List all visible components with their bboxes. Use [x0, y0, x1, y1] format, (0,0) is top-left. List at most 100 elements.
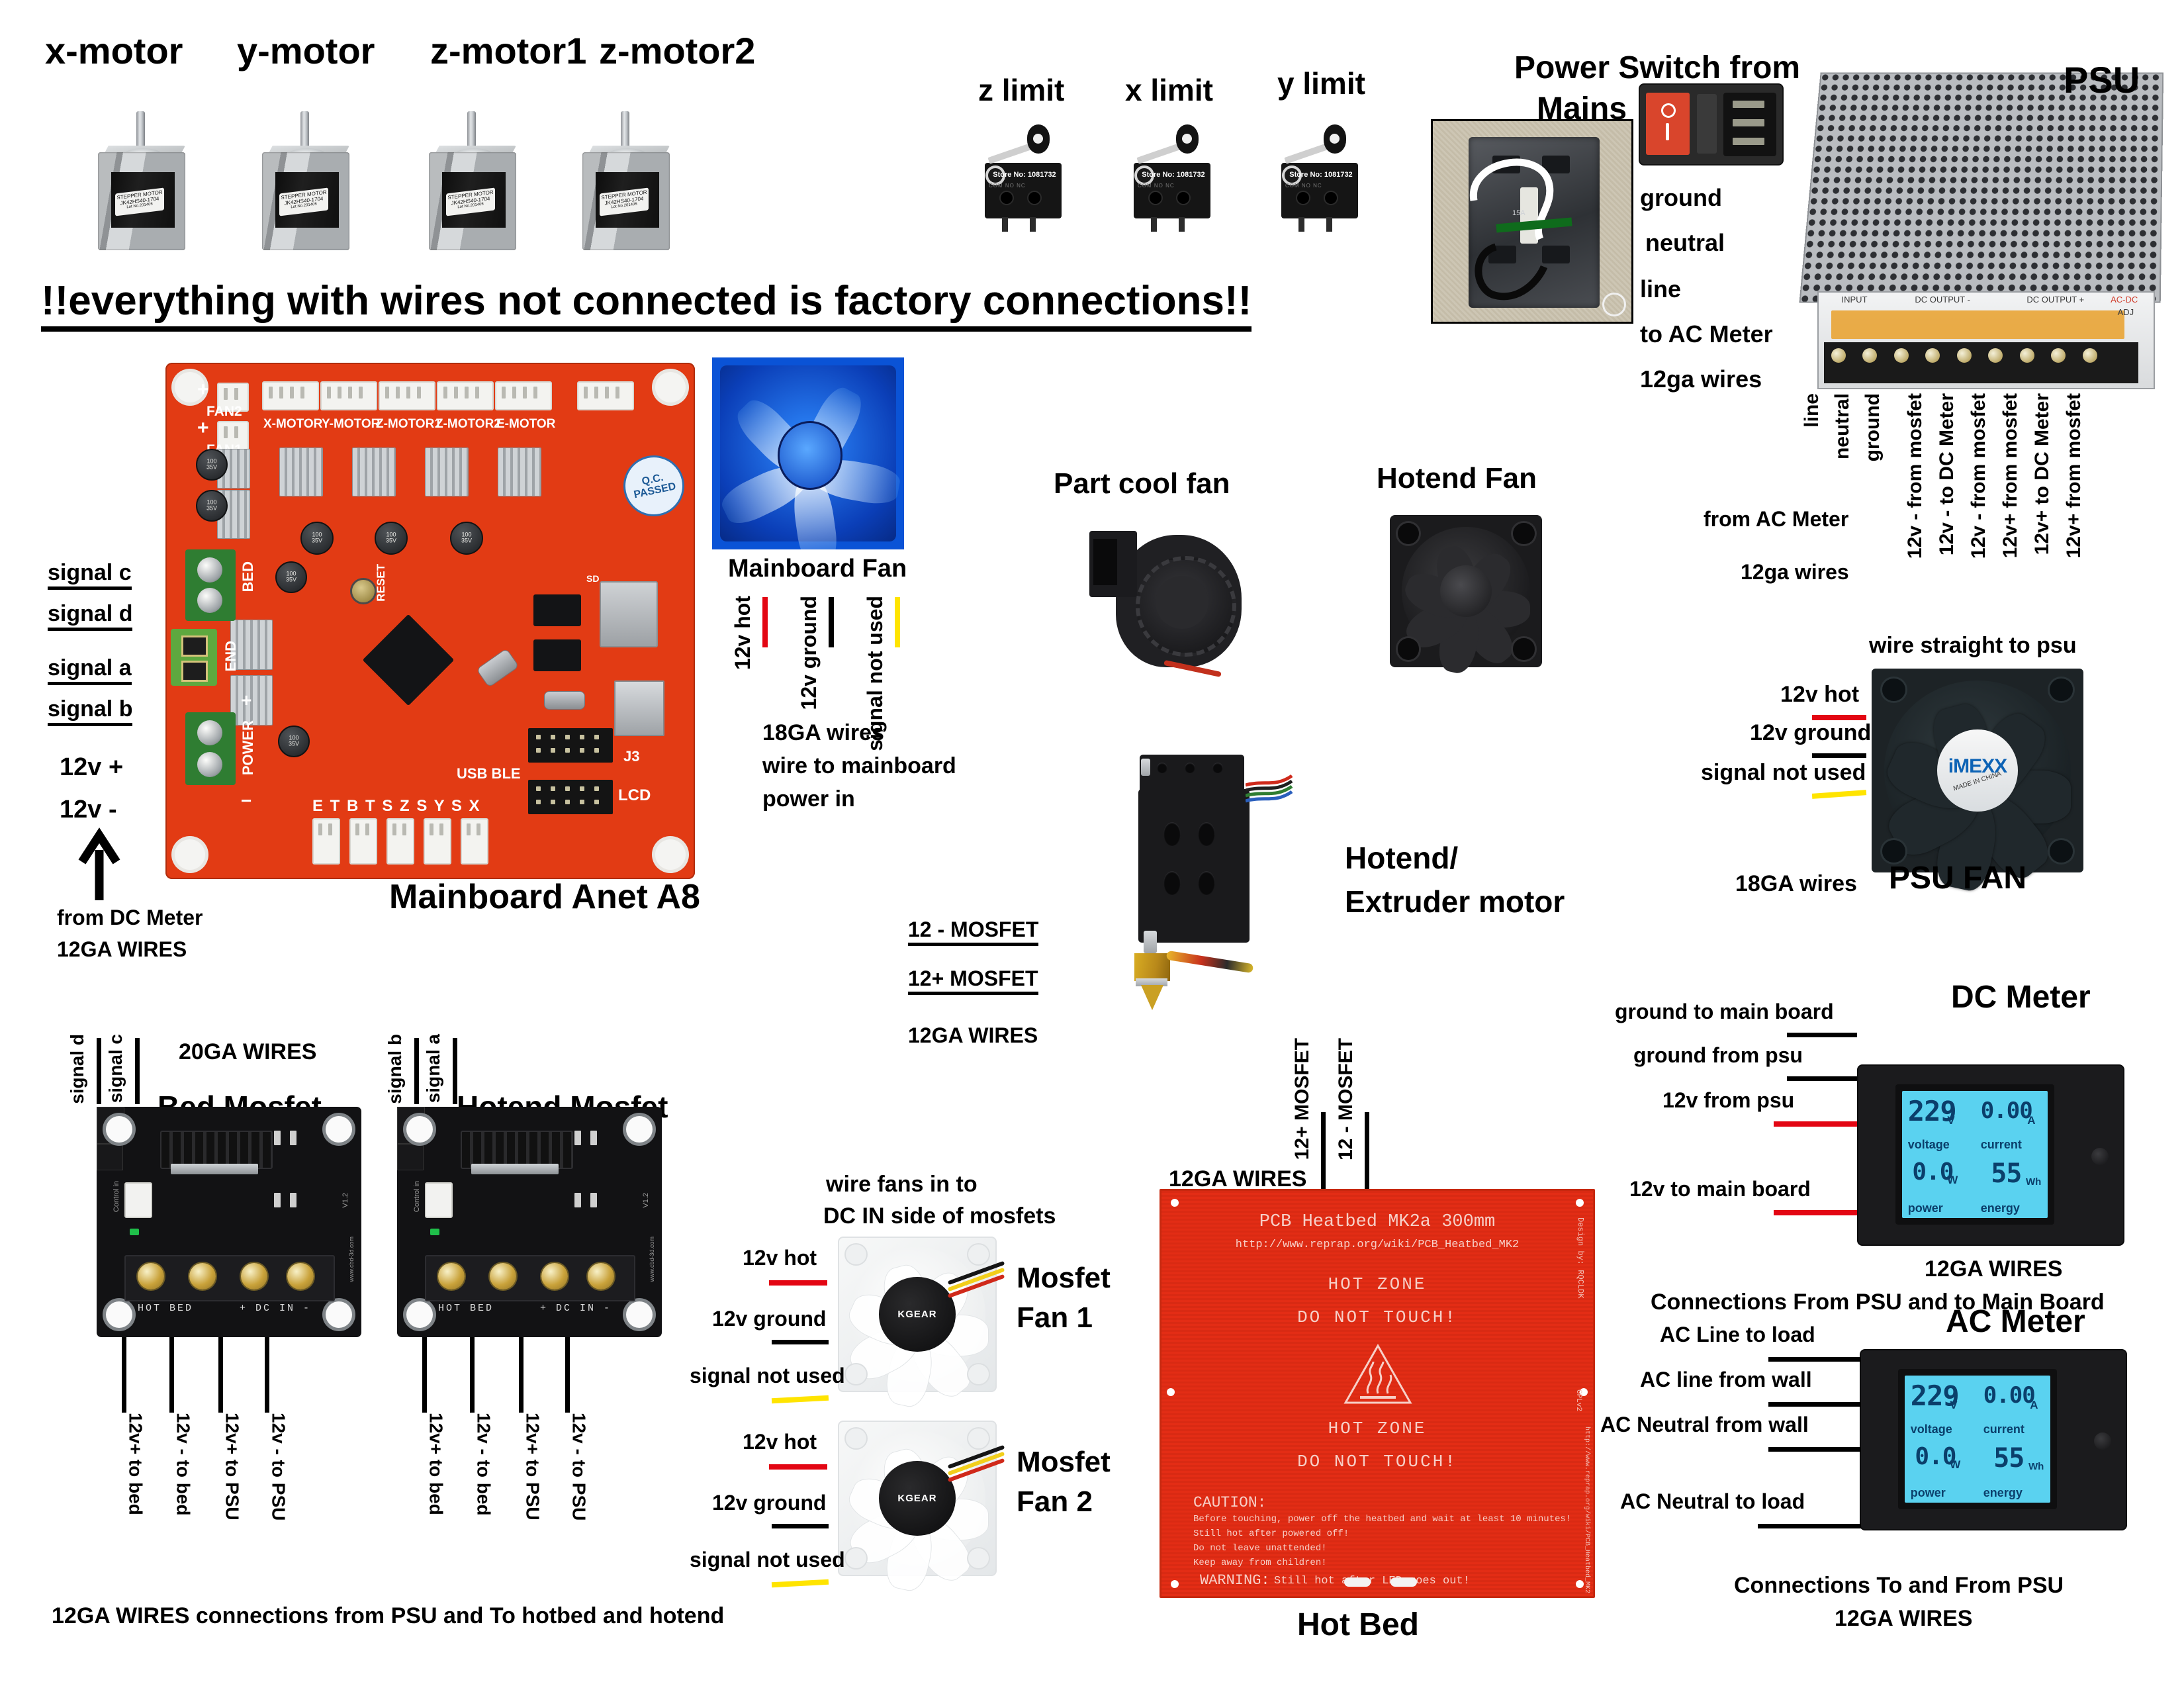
meter-lcd-screen: 229 V voltage 0.00 A current 0.0 W power… [1902, 1091, 2048, 1218]
connector-x-motor[interactable] [262, 381, 319, 410]
switch-store-text: Store No: 1081732 [1289, 171, 1353, 179]
silk-z-motor2: Z-MOTOR2 [435, 417, 501, 431]
crystal-16mhz [476, 648, 520, 688]
connector-z-motor2[interactable] [437, 381, 494, 410]
meter-reset-button[interactable] [2094, 1432, 2111, 1450]
endstop-connector[interactable] [349, 818, 377, 865]
connector-y-motor[interactable] [320, 381, 377, 410]
fuse-holder[interactable] [1697, 94, 1717, 154]
terminal-hot-bed-minus[interactable] [490, 1263, 516, 1289]
ac-meter-wire-2 [1768, 1402, 1861, 1407]
lcd-header-lcd[interactable] [528, 780, 613, 814]
terminal-block-endstop[interactable] [171, 629, 217, 686]
terminal-block-bed[interactable] [185, 549, 236, 621]
hotend-title-line2: Extruder motor [1345, 884, 1565, 919]
extruder-screw [1141, 759, 1150, 776]
bed-mosfet-signal-d-leader [97, 1038, 101, 1104]
hotend-mosfet-signal-a-leader [453, 1038, 457, 1104]
terminal-hot-bed-minus[interactable] [189, 1263, 216, 1289]
bed-side-design-by: Design by: RQCLDK [1576, 1217, 1585, 1299]
terminal-dc-in-plus[interactable] [241, 1263, 267, 1289]
board-mounting-hole [655, 372, 686, 402]
endstop-connector[interactable] [312, 818, 340, 865]
connector-extra[interactable] [577, 381, 634, 410]
bed-mosfet-signal-c-leader [135, 1038, 140, 1104]
hotend-mosfet-label-12v-minus-to-bed: 12v - to bed [473, 1413, 494, 1516]
meter-reset-button[interactable] [2091, 1148, 2109, 1165]
psu-note-from-ac-meter: from AC Meter [1704, 507, 1849, 531]
reset-button[interactable] [352, 580, 375, 602]
control-input-connector[interactable] [124, 1182, 152, 1218]
lcd-header-j3[interactable] [528, 728, 613, 763]
mainboard-fan-wire-black [829, 597, 834, 647]
bed-mosfet-board: Control in V1.2 www.cbd-3d.com HOT BED +… [97, 1107, 361, 1337]
terminal-dc-in-plus[interactable] [541, 1263, 568, 1289]
bed-mosfet-leader-4 [265, 1337, 269, 1413]
hotend-mosfet-leader-4 [565, 1337, 570, 1413]
silk-end: END [222, 641, 239, 672]
psu-silk-adj: ADJ [2117, 307, 2134, 317]
smd-resistor [590, 1193, 597, 1207]
dc-meter-wire-black-1 [1787, 1033, 1857, 1037]
bed-mosfet-label-12v-plus-to-psu: 12v+ to PSU [222, 1413, 243, 1521]
connector-e-motor[interactable] [495, 381, 552, 410]
ac-energy-unit: Wh [2028, 1460, 2044, 1472]
mainboard-label-signal-a: signal a [48, 656, 132, 685]
smd-resistor [574, 1131, 581, 1145]
silk-url: www.cbd-3d.com [348, 1237, 355, 1282]
extruder-vent-hole [1163, 822, 1181, 846]
bed-mounting-hole [1167, 1388, 1175, 1396]
lcd-cell-energy: 55 Wh energy [1978, 1439, 2050, 1503]
mainboard-fan-note-wire-to-mainboard: wire to mainboard [762, 753, 956, 778]
board-mounting-hole [406, 1116, 433, 1143]
terminal-dc-in-minus[interactable] [588, 1263, 614, 1289]
silk-fan2: FAN2 [206, 404, 242, 419]
psu-wire-label-12v-neg-to-dc-meter: 12v - to DC Meter [1936, 393, 1958, 556]
bed-caution-3: Do not leave unattended! [1193, 1543, 1327, 1554]
terminal-slot [181, 635, 208, 657]
silk-dc-in: + DC IN - [240, 1303, 312, 1314]
terminal-screw [197, 588, 222, 613]
terminal-hot-bed-plus[interactable] [438, 1263, 465, 1289]
blower-impeller-hub [1156, 576, 1208, 629]
psu-silk-dc-output-neg: DC OUTPUT - [1915, 294, 1970, 305]
silk-y-motor: Y-MOTOR [322, 417, 381, 431]
endstop-connector[interactable] [387, 818, 414, 865]
bed-caution-4: Keep away from children! [1193, 1558, 1327, 1568]
fan-mounting-hole [1513, 638, 1535, 660]
endstop-connector[interactable] [461, 818, 488, 865]
lcd-cell-voltage: 229 V voltage [1902, 1091, 1975, 1154]
board-mounting-hole [106, 1116, 132, 1143]
power-switch-title-line1: Power Switch from [1514, 50, 1801, 85]
control-input-connector[interactable] [425, 1182, 453, 1218]
dc-power-name: power [1907, 1201, 1943, 1215]
silk-version: V1.2 [341, 1193, 349, 1208]
label-z-motor1: z-motor1 [430, 30, 587, 71]
terminal-hot-bed-plus[interactable] [138, 1263, 164, 1289]
blower-outlet-opening [1093, 539, 1117, 585]
power-supply-unit: INPUT DC OUTPUT - DC OUTPUT + AC-DC ADJ [1799, 69, 2164, 389]
mainboard-label-signal-c: signal c [48, 561, 132, 590]
power-switch-label-line: line [1640, 275, 1682, 303]
terminal-screw [197, 720, 222, 745]
zoom-badge-icon [1602, 293, 1626, 316]
electrolytic-capacitor: 100 35V [196, 449, 228, 481]
terminal-slot [181, 661, 208, 682]
psu-silk-dc-output-pos: DC OUTPUT + [2026, 294, 2085, 305]
terminal-screw [197, 752, 222, 777]
terminal-dc-in-minus[interactable] [287, 1263, 314, 1289]
psu-wire-label-12v-pos-to-dc-meter: 12v+ to DC Meter [2031, 393, 2053, 555]
power-switch-label-neutral: neutral [1645, 229, 1725, 256]
driver-heatsink [425, 447, 469, 496]
mainboard-fan-note-power-in: power in [762, 786, 855, 812]
power-switch-label-12ga: 12ga wires [1640, 365, 1762, 393]
dc-meter-label-12v-from-psu: 12v from psu [1662, 1088, 1795, 1112]
connector-z-motor1[interactable] [379, 381, 435, 410]
ac-current-name: current [1983, 1423, 2025, 1436]
hot-bed-leader-1 [1321, 1112, 1326, 1189]
bed-mosfet-label-12v-minus-to-bed: 12v - to bed [173, 1413, 194, 1516]
sd-card-slot[interactable] [600, 581, 658, 647]
endstop-connector[interactable] [424, 818, 451, 865]
usb-b-port[interactable] [614, 680, 664, 736]
terminal-block-power[interactable] [185, 712, 236, 785]
